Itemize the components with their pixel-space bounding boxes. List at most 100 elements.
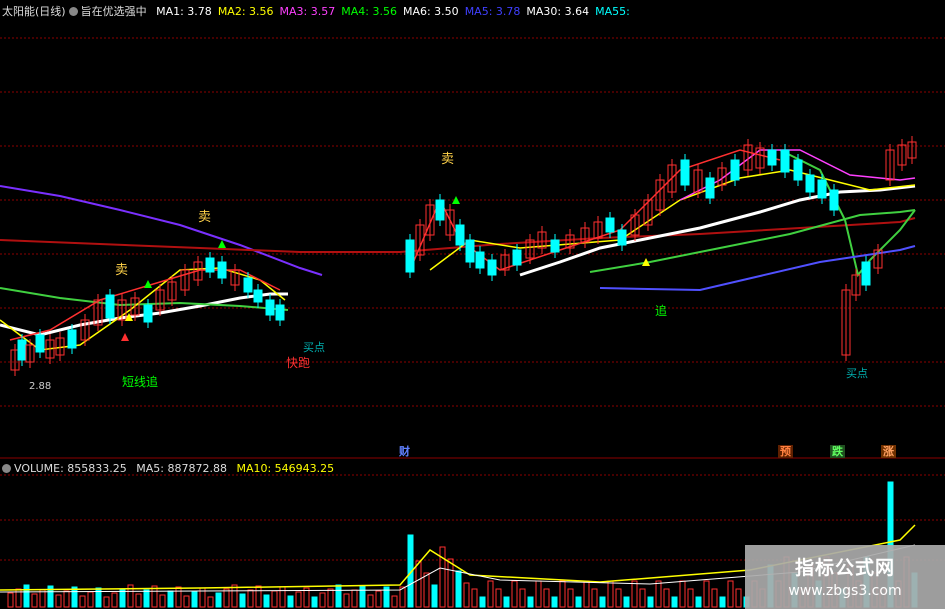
volume-bar — [87, 591, 94, 608]
volume-bar — [7, 592, 14, 608]
candlestick — [512, 249, 522, 266]
candlestick — [817, 179, 827, 199]
volume-bar — [95, 587, 102, 608]
volume-bar — [167, 590, 174, 608]
volume-bar — [487, 580, 494, 608]
candlestick — [550, 239, 560, 253]
volume-bar — [575, 596, 582, 608]
volume-bar — [623, 596, 630, 608]
sell-signal: 卖 — [115, 263, 129, 278]
volume-bar — [503, 596, 510, 608]
candlestick — [105, 294, 115, 319]
candlestick — [455, 224, 465, 246]
main-chart-header: 太阳能(日线) 旨在优选强中 MA1: 3.78 MA2: 3.56 MA3: 3.5… — [2, 3, 642, 19]
volume-bar — [31, 593, 38, 608]
candlestick — [217, 261, 227, 279]
indicator-name: 太阳能(日线) — [2, 5, 66, 18]
candlestick — [275, 304, 285, 321]
volume-bar — [559, 580, 566, 608]
volume-bar — [23, 584, 30, 608]
candlestick — [730, 159, 740, 181]
volume-bar — [711, 588, 718, 608]
candlestick — [265, 299, 275, 316]
candlestick — [793, 159, 803, 181]
volume-bar — [543, 588, 550, 608]
candlestick — [829, 189, 839, 211]
volume-bar — [535, 580, 542, 608]
volume-bar — [655, 580, 662, 608]
event-tag-die[interactable]: 跌 — [830, 445, 845, 458]
candlestick — [705, 177, 715, 199]
sell-signal: 卖 — [198, 210, 212, 225]
arrow-down-icon — [218, 240, 226, 248]
volume-bar — [375, 590, 382, 608]
volume-bar — [647, 596, 654, 608]
volume-bar — [223, 588, 230, 608]
volume-bar — [671, 596, 678, 608]
candlestick — [67, 329, 77, 349]
volume-bar — [519, 588, 526, 608]
volume-bar — [39, 589, 46, 608]
volume-bar — [607, 580, 614, 608]
ma-legend-item: MA5: 3.78 — [464, 5, 521, 18]
volume-bar — [687, 588, 694, 608]
volume-bar — [567, 588, 574, 608]
volume-bar — [319, 592, 326, 608]
event-tag-cai[interactable]: 财 — [397, 445, 412, 458]
volume-bar — [495, 588, 502, 608]
candlestick — [205, 257, 215, 273]
volume-bar — [695, 596, 702, 608]
ma-legend-item: MA3: 3.57 — [279, 5, 336, 18]
volume-bar — [527, 596, 534, 608]
gear-icon[interactable] — [68, 7, 78, 16]
buy-point-signal: 买点 — [303, 341, 325, 354]
volume-bar — [327, 588, 334, 608]
volume-bar — [207, 596, 214, 608]
volume-bar — [159, 594, 166, 608]
volume-bar — [391, 595, 398, 608]
volume-bar — [455, 570, 462, 608]
volume-bar — [335, 584, 342, 608]
arrow-up-icon — [121, 333, 129, 341]
ma-legend-item: MA1: 3.78 — [156, 5, 212, 18]
candlestick — [17, 339, 27, 361]
volume-bar — [599, 596, 606, 608]
ma-line-purple — [0, 185, 323, 276]
volume-bar — [255, 585, 262, 608]
volume-bar — [263, 594, 270, 608]
candlestick — [35, 334, 45, 353]
volume-bar — [583, 580, 590, 608]
volume-bar — [215, 592, 222, 608]
volume-bar — [143, 589, 150, 608]
volume-bar — [311, 596, 318, 608]
volume-bar — [703, 580, 710, 608]
candlestick — [253, 289, 263, 303]
event-tag-yu[interactable]: 预 — [778, 445, 793, 458]
volume-bar — [615, 588, 622, 608]
volume-ma10: MA10: 546943.25 — [236, 462, 335, 475]
volume-bar — [239, 593, 246, 608]
candlestick — [780, 149, 790, 173]
volume-bar — [287, 595, 294, 608]
fast-run-signal: 快跑 — [286, 356, 311, 370]
event-tag-zhang[interactable]: 涨 — [881, 445, 896, 458]
volume-bar — [679, 580, 686, 608]
gear-icon[interactable] — [2, 464, 11, 473]
volume-bar — [63, 590, 70, 608]
ma-legend-item: MA4: 3.56 — [341, 5, 397, 18]
ma-legend-item: MA55: — [595, 5, 630, 18]
candlestick — [617, 229, 627, 246]
ma-legend-item: MA6: 3.50 — [402, 5, 459, 18]
volume-bar — [135, 593, 142, 608]
volume-ma5: MA5: 887872.88 — [136, 462, 227, 475]
candlestick — [475, 251, 485, 269]
volume-bar — [55, 594, 62, 608]
volume-bar — [431, 584, 438, 608]
stock-chart[interactable] — [0, 0, 945, 609]
volume-bar — [471, 588, 478, 608]
candlestick — [487, 259, 497, 276]
candlestick — [435, 199, 445, 221]
candlestick — [243, 277, 253, 293]
volume-bar — [183, 595, 190, 608]
volume-bar — [231, 584, 238, 608]
